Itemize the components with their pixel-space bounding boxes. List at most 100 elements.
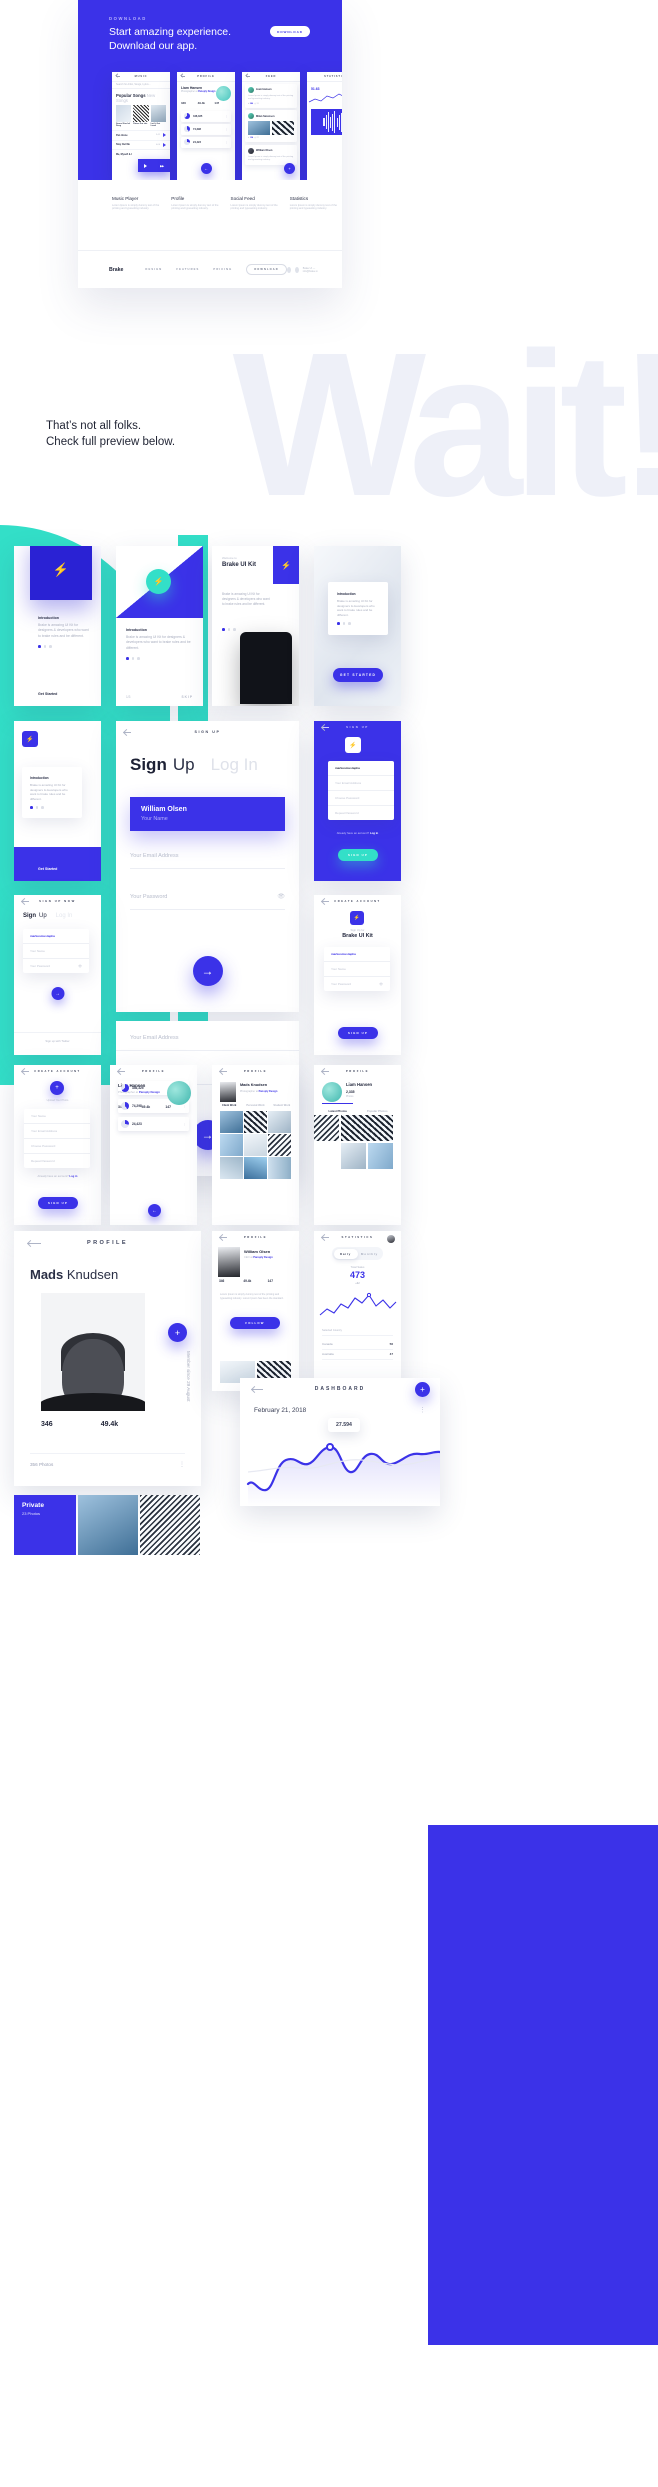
get-started-link[interactable]: Get Started [38,692,57,696]
album-art[interactable] [150,104,166,122]
play-icon[interactable] [163,142,166,147]
login-link[interactable]: Log in [370,831,378,835]
profile-role-company[interactable]: Panoply Design [198,91,215,93]
feed-photo[interactable] [248,121,271,136]
back-arrow-icon[interactable] [322,901,329,902]
more-options-icon[interactable]: ⋮ [179,1461,185,1468]
add-post-fab[interactable]: + [284,163,295,174]
photo-tile[interactable] [268,1134,291,1156]
avatar[interactable] [387,1235,395,1243]
login-tab[interactable]: Log In [211,755,258,775]
pagination-dots[interactable] [38,645,89,648]
tab-personal-work[interactable]: Personal Work [242,1100,268,1111]
dribbble-icon[interactable] [294,266,299,273]
signup-name-field[interactable]: Your Name [24,1109,90,1124]
signup-submit-button[interactable]: SIGN UP [38,1197,78,1209]
back-fab-button[interactable]: ← [200,163,212,174]
album-thumb[interactable] [78,1495,138,1555]
nav-link-design[interactable]: DESIGN [145,268,162,271]
name-field-active[interactable]: William Olsen Your Name [130,797,285,831]
profile-role-company[interactable]: Panoply Design [259,1090,278,1093]
song-row[interactable]: Pan Alone 3:41 [112,129,170,140]
email-field[interactable]: Your Email Address [116,1021,299,1051]
more-options-icon[interactable]: ⋮ [225,140,228,144]
album-thumb[interactable] [140,1495,200,1555]
feed-item[interactable]: Liam Hansen Lorem Ipsum is simply dummy … [245,83,297,108]
signup-submit-button[interactable]: SIGN UP [338,849,378,861]
back-arrow-icon[interactable] [322,727,329,728]
login-link[interactable]: Log in [69,1175,77,1178]
table-row[interactable]: Australia 47 [322,1349,393,1360]
signup-email-field[interactable]: Your Email Address [24,1124,90,1139]
back-arrow-icon[interactable] [322,1237,329,1238]
login-tab[interactable]: Log In [56,913,73,919]
song-row[interactable]: Me, Myself & I [112,149,170,158]
album-private[interactable]: Private 23 Photos [14,1495,76,1555]
back-arrow-icon[interactable] [220,1237,227,1238]
photo-tile[interactable] [244,1111,267,1133]
photo-tile[interactable] [220,1157,243,1179]
feed-item[interactable]: William Olsen Lorem Ipsum is simply dumm… [245,144,297,165]
back-arrow-icon[interactable] [181,75,185,77]
pagination-dots[interactable] [222,628,236,631]
photo-tile[interactable] [368,1143,393,1169]
password-field[interactable]: Your Password 👁 [130,893,285,910]
submit-arrow-button[interactable]: → [51,987,64,1000]
signup-password-field[interactable]: Your Password 👁 [23,959,89,973]
get-started-link[interactable]: Get Started [38,867,57,871]
eye-icon[interactable]: 👁 [379,982,383,986]
feed-photo[interactable] [271,121,295,136]
eye-icon[interactable]: 👁 [78,964,82,968]
back-arrow-icon[interactable] [220,1071,227,1072]
more-options-icon[interactable]: ⋮ [419,1406,426,1414]
facebook-icon[interactable] [286,266,291,273]
signup-handle-field[interactable]: markusmustapha [324,947,390,962]
period-segment[interactable]: Daily Monthly [332,1247,383,1261]
pagination-dots[interactable] [126,657,193,660]
back-arrow-icon[interactable] [116,75,120,77]
photo-tile[interactable] [268,1111,291,1133]
more-options-icon[interactable]: ⋮ [183,1122,186,1126]
photo-tile[interactable] [244,1157,267,1179]
feed-actions[interactable]: ♥ 134 ◎ 22 [248,137,294,139]
signup-name-field[interactable]: Your Name [23,944,89,959]
back-arrow-icon[interactable] [322,1071,329,1072]
signup-handle-field[interactable]: markusmustapha [23,929,89,944]
add-button[interactable]: + [415,1382,430,1397]
signup-submit-button[interactable]: SIGN UP [338,1027,378,1039]
next-icon[interactable]: ▶▶ [160,164,164,168]
photo-tile[interactable] [314,1115,339,1141]
nav-link-pricing[interactable]: PRICING [213,268,232,271]
back-arrow-icon[interactable] [22,901,29,902]
back-arrow-icon[interactable] [252,1389,263,1390]
skip-button[interactable]: SKIP [182,695,193,699]
nav-link-features[interactable]: FEATURES [176,268,199,271]
signup-password-field[interactable]: Your Password 👁 [324,977,390,991]
mini-player-bar[interactable]: ▶▶ [138,159,170,172]
back-fab-button[interactable]: ← [148,1204,161,1217]
stat-card[interactable]: 24,423 ⋮ [181,136,231,148]
add-button[interactable]: + [168,1323,187,1342]
back-arrow-icon[interactable] [246,75,250,77]
play-icon[interactable] [163,133,166,138]
more-options-icon[interactable]: ⋮ [225,114,228,118]
tab-client-work[interactable]: Client Work [216,1100,242,1111]
profile-role-company[interactable]: Panoply Design [139,1090,160,1094]
back-arrow-icon[interactable] [22,1071,29,1072]
eye-icon[interactable]: 👁 [277,893,285,900]
promo-download-button[interactable]: DOWNLOAD [270,26,310,37]
album-art[interactable] [116,104,132,122]
signup-name-field[interactable]: Your Name [324,962,390,977]
photo-tile[interactable] [220,1111,243,1133]
song-row[interactable]: Stay Out Me 4:06 [112,139,170,150]
stat-card[interactable]: 24,423 ⋮ [118,1117,189,1131]
footer-download-button[interactable]: DOWNLOAD [246,264,287,275]
pagination-dots[interactable] [30,806,74,809]
feed-item[interactable]: Milan Sørensen ♥ 134 ◎ 22 [245,110,297,143]
photo-tile[interactable] [268,1157,291,1179]
signup-repeat-password[interactable]: Repeat Password [328,806,394,820]
add-photo-button[interactable]: + [50,1081,64,1095]
feed-actions[interactable]: ♥ 286 ◎ 31 [248,103,294,105]
stat-card[interactable]: 346,325 ⋮ [181,110,231,122]
pagination-dots[interactable] [337,622,379,625]
